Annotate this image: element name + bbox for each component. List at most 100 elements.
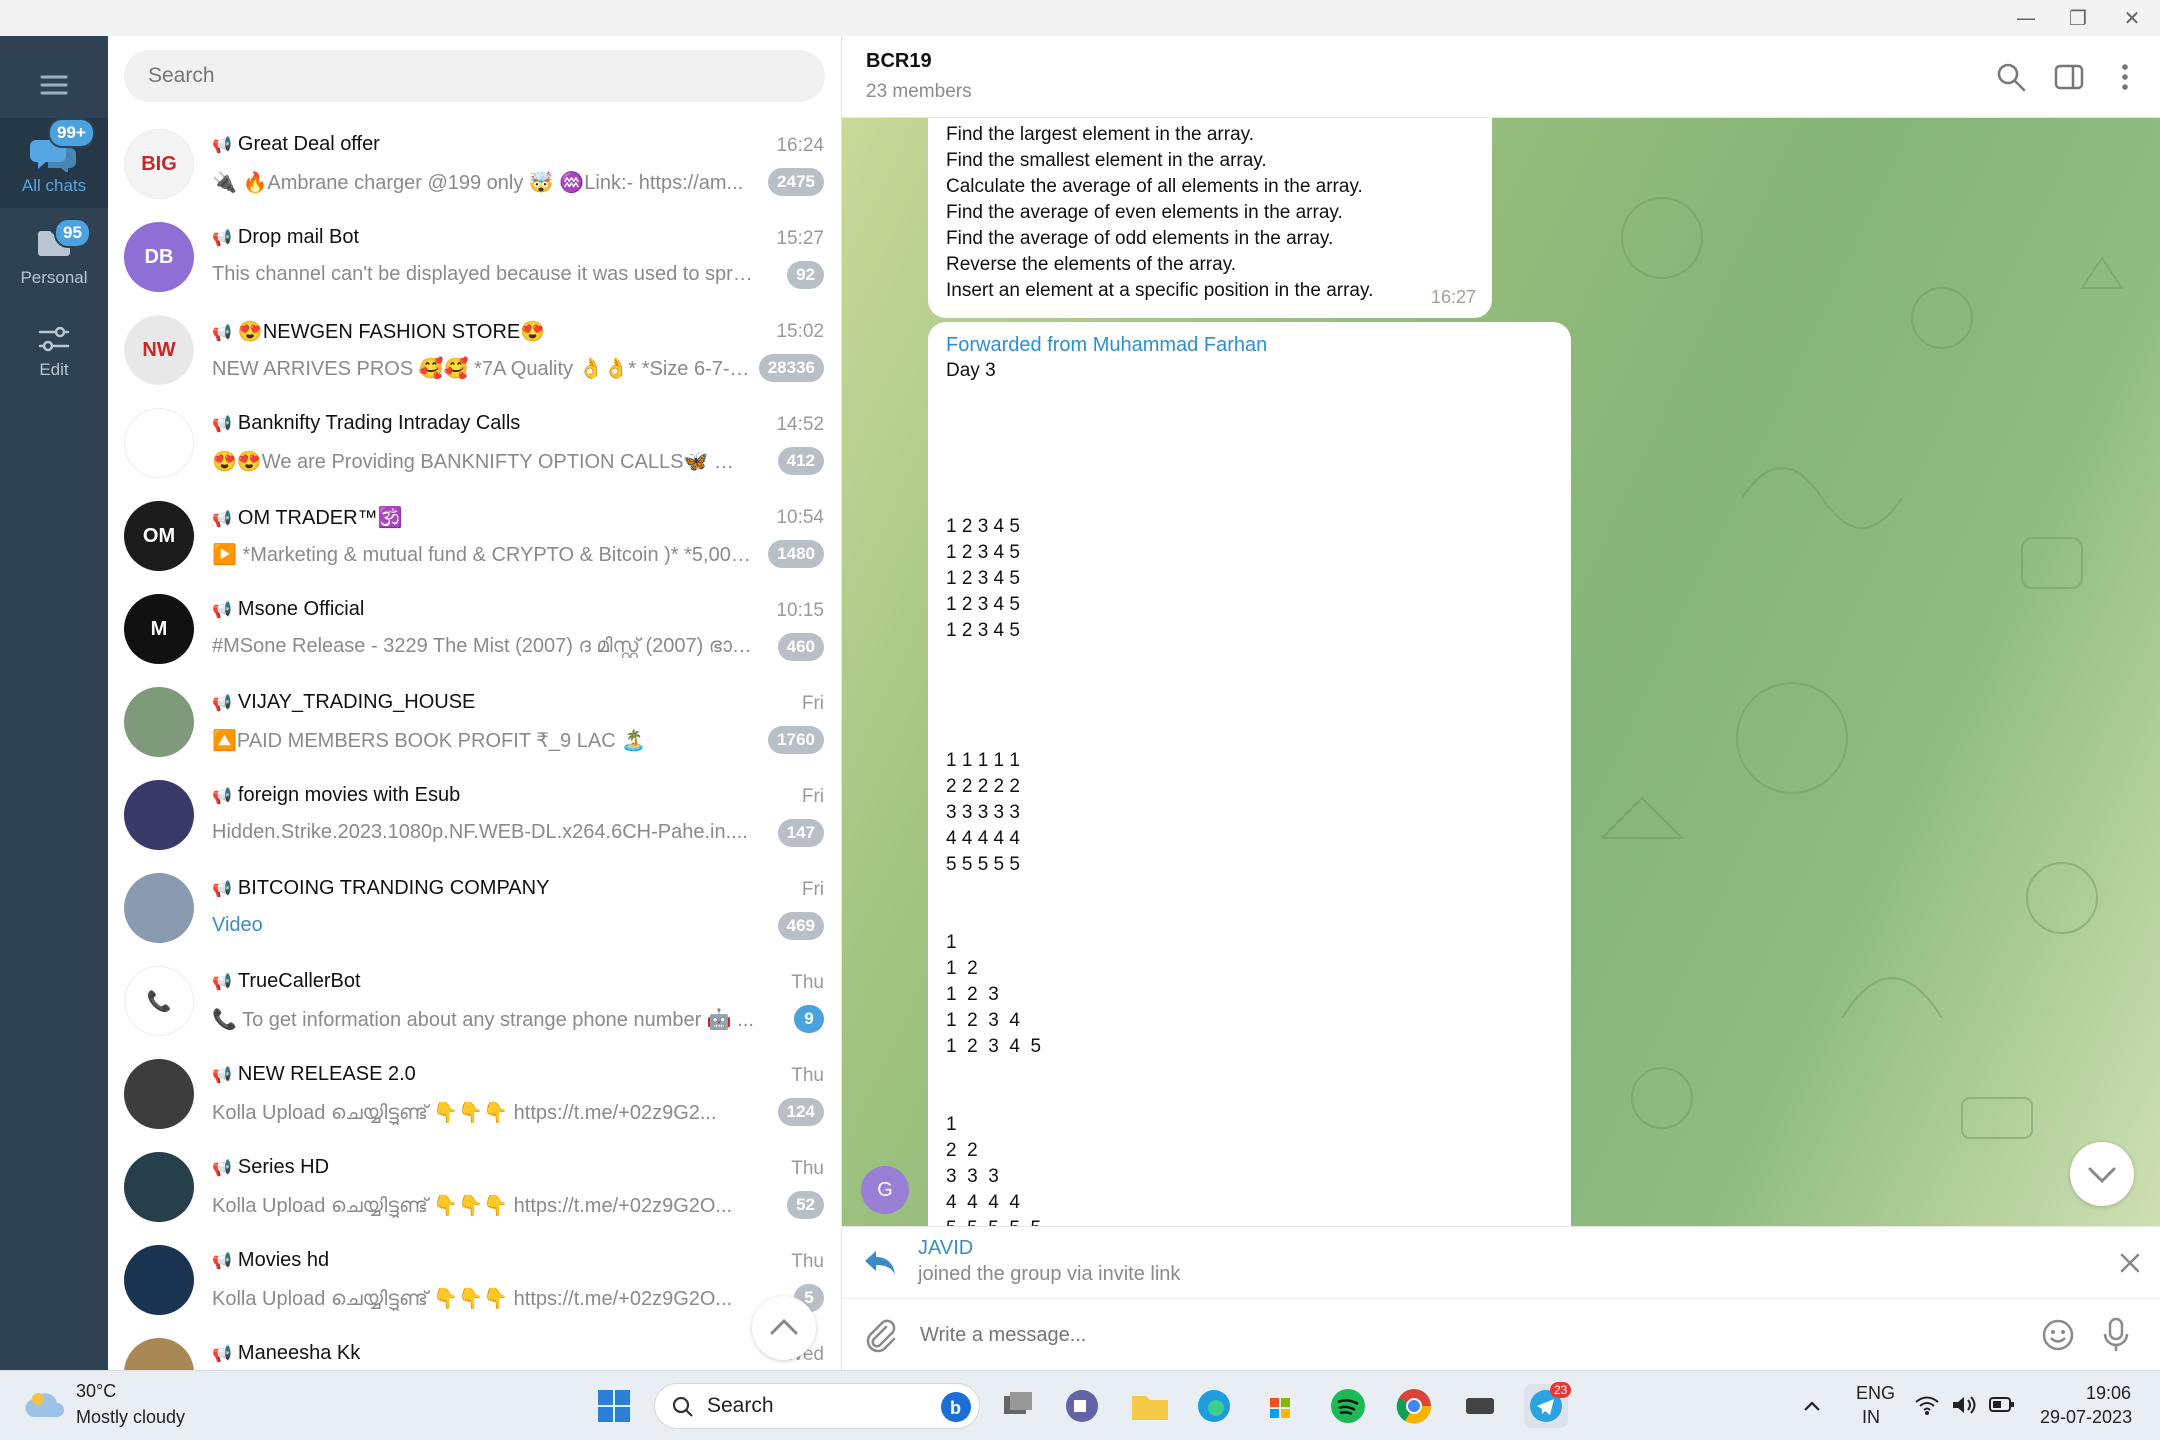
group-title[interactable]: BCR19 [866, 50, 932, 73]
file-explorer-icon[interactable] [1128, 1384, 1172, 1428]
message-line: 4 4 4 4 4 [946, 828, 1020, 849]
battery-icon[interactable] [1988, 1395, 2016, 1415]
taskbar: 30°C Mostly cloudy Search b 23 ENG IN 19… [0, 1370, 2160, 1440]
attach-icon[interactable] [862, 1317, 898, 1353]
megaphone-icon: 📢 [212, 881, 232, 898]
chat-time: 16:24 [776, 135, 824, 156]
chat-row[interactable]: 📢 VIJAY_TRADING_HOUSE Fri 🔼PAID MEMBERS BOO… [108, 676, 841, 769]
app-icon[interactable] [1458, 1384, 1502, 1428]
chat-preview: 🔼PAID MEMBERS BOOK PROFIT ₹_9 LAC 🏝️ [212, 730, 647, 752]
chat-avatar: DB [124, 222, 194, 292]
chat-preview: 📞 To get information about any strange p… [212, 1009, 754, 1031]
menu-icon[interactable] [28, 64, 80, 104]
megaphone-icon: 📢 [212, 1253, 232, 1270]
chat-row[interactable]: 📢 Banknifty Trading Intraday Calls 14:52 😍😍… [108, 397, 841, 490]
chat-row[interactable]: 📢 Series HD Thu Kolla Upload ചെയ്യിട്ടുണ്ട്… [108, 1141, 841, 1234]
message-line [946, 384, 1041, 410]
search-icon[interactable] [1994, 60, 2028, 94]
task-view-icon[interactable] [996, 1384, 1040, 1428]
chat-row[interactable]: 📢 Movies hd Thu Kolla Upload ചെയ്യിട്ടുണ്ട്… [108, 1234, 841, 1327]
forwarded-from-link[interactable]: Forwarded from Muhammad Farhan [946, 332, 1267, 358]
avatar-text: M [150, 617, 168, 640]
personal-badge: 95 [54, 218, 91, 248]
message-line: 1 2 3 4 5 [946, 594, 1020, 615]
message-line: 2 2 2 2 2 [946, 776, 1020, 797]
chrome-icon[interactable] [1392, 1384, 1436, 1428]
chat-name-text: Drop mail Bot [237, 226, 360, 248]
chat-name-text: 😍NEWGEN FASHION STORE😍 [237, 321, 546, 343]
message-line [946, 696, 1041, 722]
unread-badge: 1760 [768, 726, 824, 754]
emoji-icon[interactable] [2040, 1317, 2076, 1353]
avatar-text: DB [144, 245, 174, 268]
chat-avatar [124, 780, 194, 850]
language-region[interactable]: IN [1862, 1407, 1880, 1428]
close-window-button[interactable]: ✕ [2104, 0, 2160, 36]
store-icon[interactable] [1258, 1384, 1302, 1428]
chat-row[interactable]: OM 📢 OM TRADER™🕉️ 10:54 ▶️ *Marketing & mutu… [108, 490, 841, 583]
more-options-icon[interactable] [2108, 60, 2142, 94]
chat-row[interactable]: 📢 Maneesha Kk Wed [108, 1327, 841, 1370]
message-line: 1 2 3 4 5 [946, 620, 1020, 641]
megaphone-icon: 📢 [212, 230, 232, 247]
chat-row[interactable]: M 📢 Msone Official 10:15 #MSone Release - 32… [108, 583, 841, 676]
chat-list-panel: BIG 📢 Great Deal offer 16:24 🔌 🔥Ambrane char… [108, 36, 841, 1370]
taskbar-search[interactable]: Search b [654, 1383, 980, 1429]
chat-time: Thu [791, 1251, 824, 1272]
message-line: 1 2 3 4 5 [946, 568, 1020, 589]
telegram-badge: 23 [1550, 1382, 1572, 1398]
chat-time: 10:15 [776, 600, 824, 621]
spotify-icon[interactable] [1326, 1384, 1370, 1428]
clock-time[interactable]: 19:06 [2086, 1383, 2131, 1404]
folder-personal[interactable]: 95 Personal [0, 218, 108, 298]
megaphone-icon: 📢 [212, 602, 232, 619]
minimize-button[interactable]: — [1998, 0, 2054, 36]
close-icon[interactable] [2116, 1249, 2144, 1277]
chat-time: Thu [791, 1065, 824, 1086]
edge-icon[interactable] [1192, 1384, 1236, 1428]
telegram-taskbar-icon[interactable]: 23 [1524, 1382, 1572, 1428]
search-input[interactable] [124, 50, 825, 102]
chat-time: 15:27 [776, 228, 824, 249]
message-line: Calculate the average of all elements in… [946, 176, 1363, 197]
chat-row[interactable]: BIG 📢 Great Deal offer 16:24 🔌 🔥Ambrane char… [108, 118, 841, 211]
forwarded-message-bubble[interactable]: Forwarded from Muhammad Farhan Day 3 1 2 … [928, 322, 1571, 1226]
chat-row[interactable]: DB 📢 Drop mail Bot 15:27 This channel can't … [108, 211, 841, 304]
microphone-icon[interactable] [2098, 1315, 2134, 1355]
sender-avatar[interactable]: G [861, 1166, 909, 1214]
chat-row[interactable]: 📞 📢 TrueCallerBot Thu 📞 To get information a… [108, 955, 841, 1048]
chat-preview: 🔌 🔥Ambrane charger @199 only 🤯 ♒Link:- h… [212, 172, 744, 194]
chat-row[interactable]: 📢 NEW RELEASE 2.0 Thu Kolla Upload ചെയ്യിട്… [108, 1048, 841, 1141]
wifi-icon[interactable] [1914, 1393, 1940, 1417]
volume-icon[interactable] [1950, 1393, 1978, 1417]
chat-name-text: Movies hd [237, 1249, 330, 1271]
megaphone-icon: 📢 [212, 1346, 232, 1363]
scroll-to-top-button[interactable] [752, 1296, 816, 1360]
clock-date[interactable]: 29-07-2023 [2040, 1407, 2132, 1428]
weather-desc[interactable]: Mostly cloudy [76, 1407, 185, 1428]
restore-button[interactable]: ❐ [2050, 0, 2106, 36]
edit-folders-button[interactable]: Edit [0, 320, 108, 392]
message-bubble[interactable]: Find the largest element in the array. Fi… [928, 118, 1492, 318]
sidebar-toggle-icon[interactable] [2052, 60, 2086, 94]
megaphone-icon: 📢 [212, 1160, 232, 1177]
message-line: Find the smallest element in the array. [946, 150, 1267, 171]
chat-row[interactable]: 📢 foreign movies with Esub Fri Hidden.Strik… [108, 769, 841, 862]
chevron-up-icon[interactable] [1800, 1395, 1824, 1419]
chat-time: Thu [791, 972, 824, 993]
chat-row[interactable]: 📢 BITCOING TRANDING COMPANY Fri Video 469 [108, 862, 841, 955]
chat-preview: 😍😍We are Providing BANKNIFTY OPTION CALL… [212, 451, 757, 473]
chat-row[interactable]: NW 📢 😍NEWGEN FASHION STORE😍 15:02 NEW ARRIVE… [108, 304, 841, 397]
weather-temp[interactable]: 30°C [76, 1381, 116, 1402]
start-button[interactable] [592, 1384, 636, 1428]
unread-badge: 1480 [768, 540, 824, 568]
language-code[interactable]: ENG [1856, 1383, 1895, 1404]
message-line: Day 3 [946, 360, 996, 381]
message-line: 5 5 5 5 5 [946, 1216, 1041, 1226]
chat-preview: Kolla Upload ചെയ്യിട്ടുണ്ട് 👇👇👇 https://… [212, 1288, 733, 1310]
chat-preview: Kolla Upload ചെയ്യിട്ടുണ്ട് 👇👇👇 https://… [212, 1102, 717, 1124]
teams-icon[interactable] [1060, 1384, 1104, 1428]
scroll-to-bottom-button[interactable] [2070, 1142, 2134, 1206]
folder-all-chats[interactable]: 99+ All chats [0, 118, 108, 208]
message-input[interactable] [920, 1317, 1820, 1353]
